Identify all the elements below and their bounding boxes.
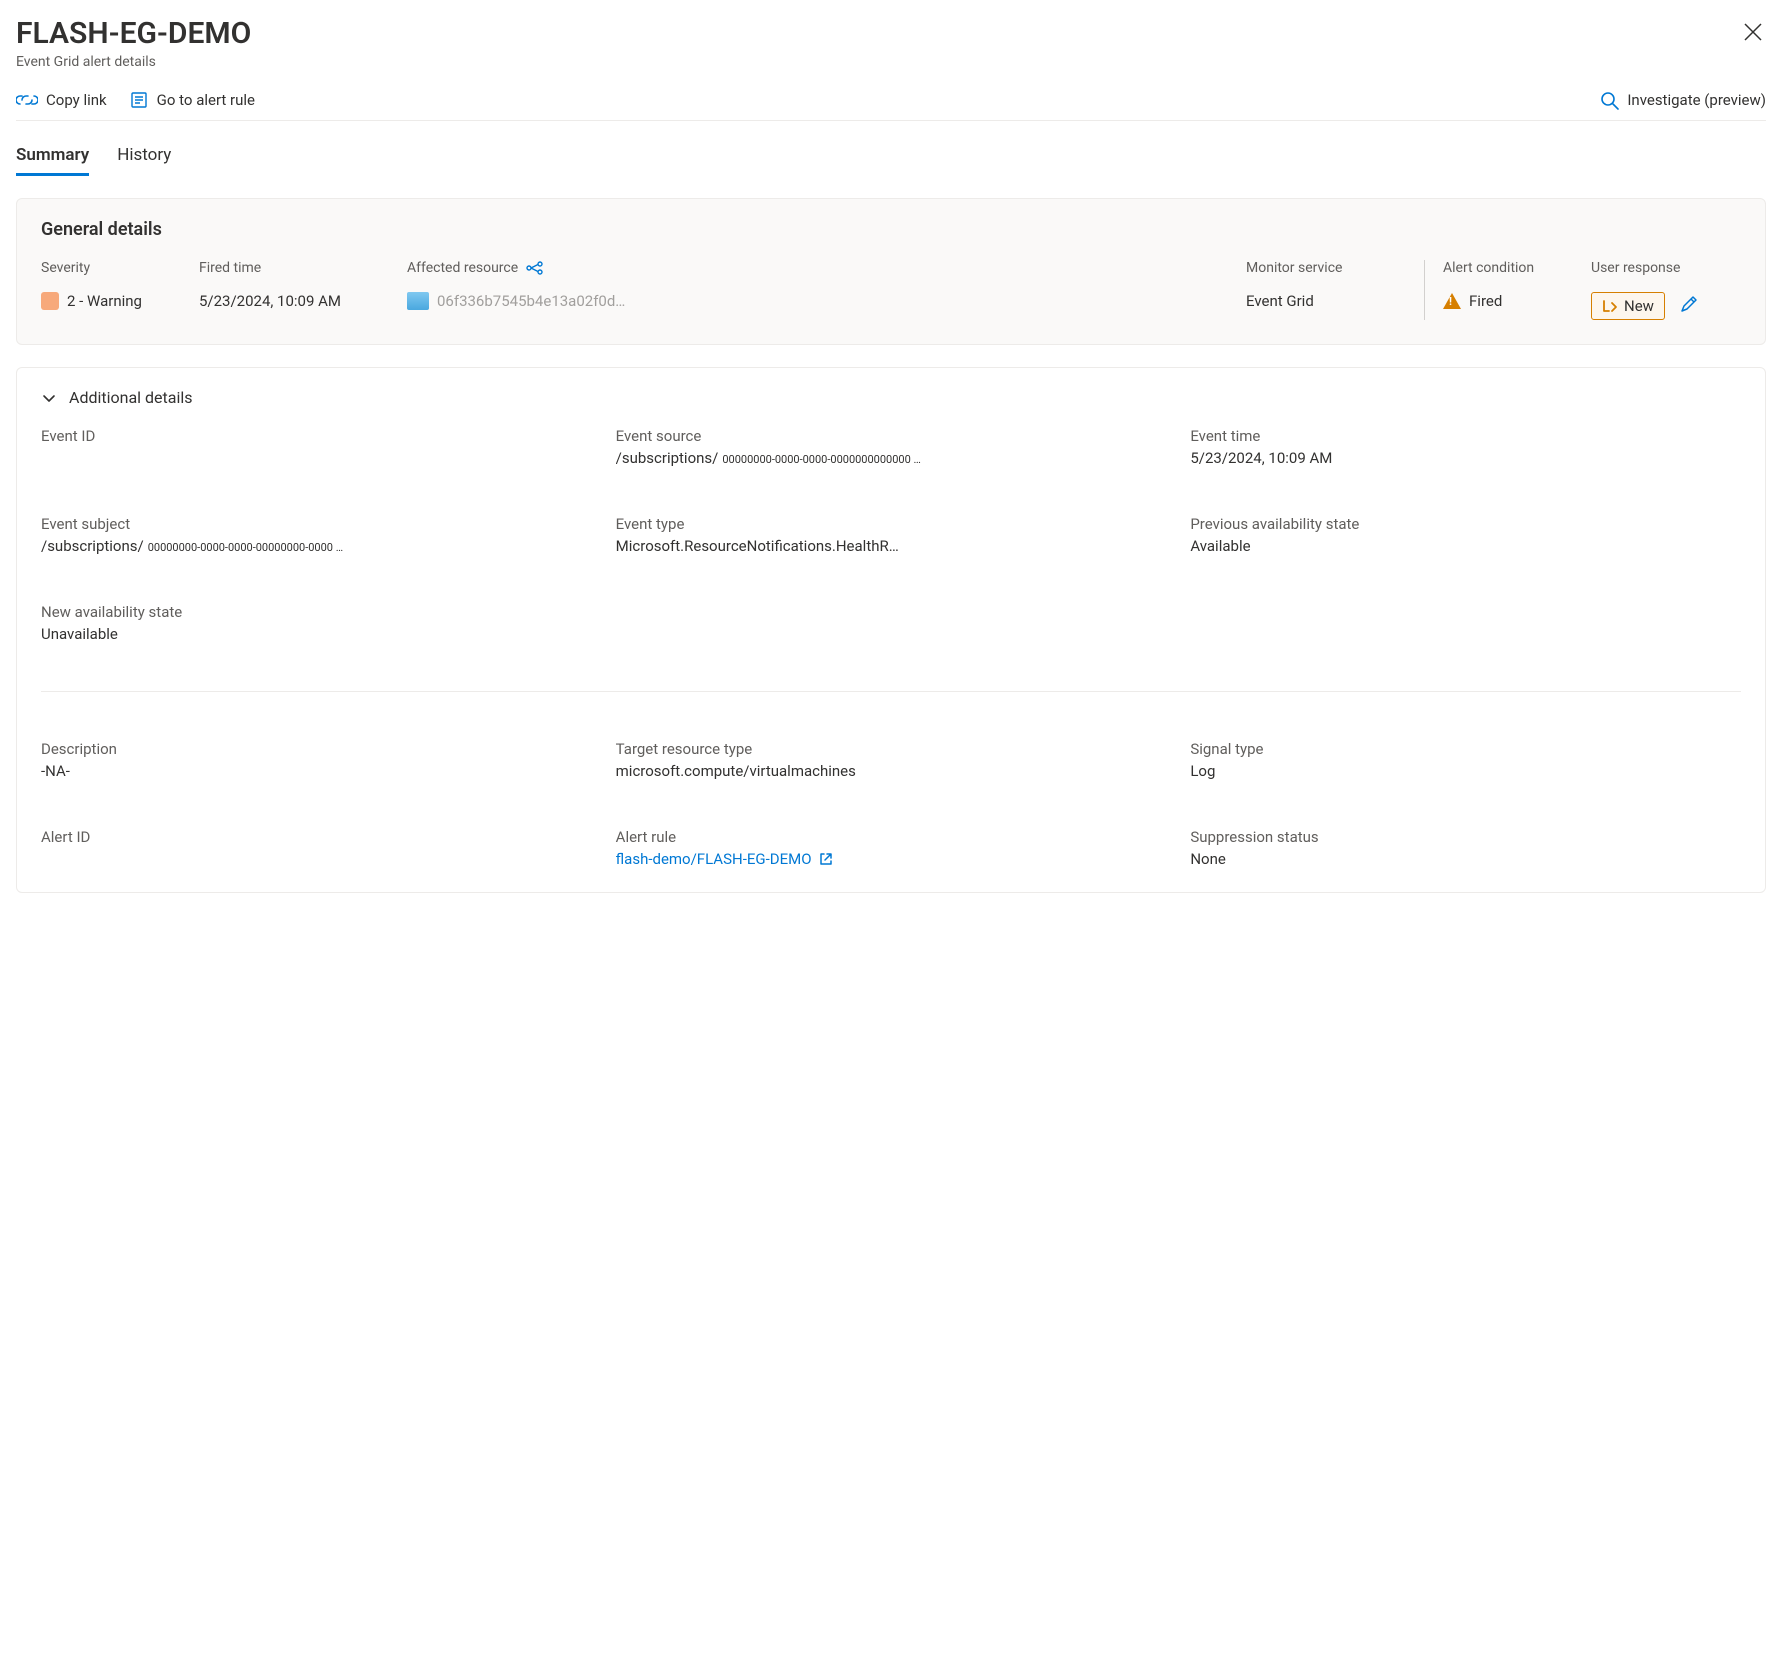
fired-time-value: 5/23/2024, 10:09 AM [199, 292, 389, 310]
previous-state-value: Available [1190, 537, 1741, 555]
go-to-alert-rule-button[interactable]: Go to alert rule [129, 90, 255, 110]
general-details-card: General details Severity 2 - Warning Fir… [16, 198, 1766, 345]
description-value: -NA- [41, 762, 592, 780]
event-source-label: Event source [616, 427, 1167, 445]
suppression-status-value: None [1190, 850, 1741, 868]
edit-user-response-button[interactable] [1679, 294, 1699, 318]
additional-details-heading: Additional details [69, 388, 193, 407]
severity-swatch-icon [41, 292, 59, 310]
alert-rule-icon [129, 90, 149, 110]
user-response-label: User response [1591, 260, 1741, 276]
target-resource-type-label: Target resource type [616, 740, 1167, 758]
event-time-value: 5/23/2024, 10:09 AM [1190, 449, 1741, 467]
fired-time-label: Fired time [199, 260, 389, 276]
go-to-alert-rule-label: Go to alert rule [157, 91, 255, 109]
event-id-label: Event ID [41, 427, 592, 445]
monitor-service-label: Monitor service [1246, 260, 1406, 276]
alert-condition-value: Fired [1469, 292, 1502, 310]
affected-resource-label: Affected resource [407, 260, 518, 276]
event-subject-value: 00000000-0000-0000-00000000-0000 … [148, 541, 343, 554]
divider [41, 691, 1741, 692]
user-response-badge: New [1591, 292, 1665, 320]
event-type-label: Event type [616, 515, 1167, 533]
investigate-button[interactable]: Investigate (preview) [1599, 90, 1766, 110]
description-label: Description [41, 740, 592, 758]
event-source-prefix: /subscriptions/ [616, 449, 719, 467]
signal-type-value: Log [1190, 762, 1741, 780]
close-button[interactable] [1740, 16, 1766, 50]
affected-resource-value: 06f336b7545b4e13a02f0d… [437, 292, 625, 310]
event-source-value: 00000000-0000-0000-0000000000000 … [722, 453, 921, 466]
event-subject-prefix: /subscriptions/ [41, 537, 144, 555]
alert-rule-link[interactable]: flash-demo/FLASH-EG-DEMO [616, 850, 834, 868]
pencil-icon [1679, 294, 1699, 314]
suppression-status-label: Suppression status [1190, 828, 1741, 846]
copy-link-button[interactable]: Copy link [16, 91, 107, 109]
event-subject-label: Event subject [41, 515, 592, 533]
search-icon [1599, 90, 1619, 110]
severity-label: Severity [41, 260, 181, 276]
alert-id-label: Alert ID [41, 828, 592, 846]
toolbar: Copy link Go to alert rule Investigate (… [16, 90, 1766, 121]
page-subtitle: Event Grid alert details [16, 54, 251, 70]
resource-icon [407, 292, 429, 310]
status-new-icon [1602, 299, 1618, 313]
chevron-down-icon [41, 390, 57, 406]
tab-history[interactable]: History [117, 145, 171, 176]
event-time-label: Event time [1190, 427, 1741, 445]
investigate-label: Investigate (preview) [1627, 91, 1766, 109]
alert-rule-label: Alert rule [616, 828, 1167, 846]
page-title: FLASH-EG-DEMO [16, 16, 251, 52]
severity-value: 2 - Warning [67, 292, 142, 310]
alert-condition-label: Alert condition [1443, 260, 1573, 276]
monitor-service-value: Event Grid [1246, 292, 1406, 310]
alert-rule-value: flash-demo/FLASH-EG-DEMO [616, 850, 812, 868]
previous-state-label: Previous availability state [1190, 515, 1741, 533]
event-type-value: Microsoft.ResourceNotifications.HealthR… [616, 537, 1167, 555]
signal-type-label: Signal type [1190, 740, 1741, 758]
target-resource-type-value: microsoft.compute/virtualmachines [616, 762, 1167, 780]
external-link-icon [818, 851, 834, 867]
general-details-heading: General details [41, 219, 1741, 240]
resource-graph-icon[interactable] [526, 261, 544, 275]
new-state-value: Unavailable [41, 625, 592, 643]
warning-triangle-icon [1443, 293, 1461, 309]
close-icon [1744, 23, 1762, 41]
tab-summary[interactable]: Summary [16, 145, 89, 176]
divider [1424, 260, 1425, 320]
tabs: Summary History [16, 145, 1766, 176]
user-response-value: New [1624, 297, 1654, 315]
new-state-label: New availability state [41, 603, 592, 621]
additional-details-toggle[interactable]: Additional details [41, 388, 1741, 407]
additional-details-card: Additional details Event ID Event source… [16, 367, 1766, 893]
copy-link-label: Copy link [46, 91, 107, 109]
link-icon [16, 91, 38, 109]
